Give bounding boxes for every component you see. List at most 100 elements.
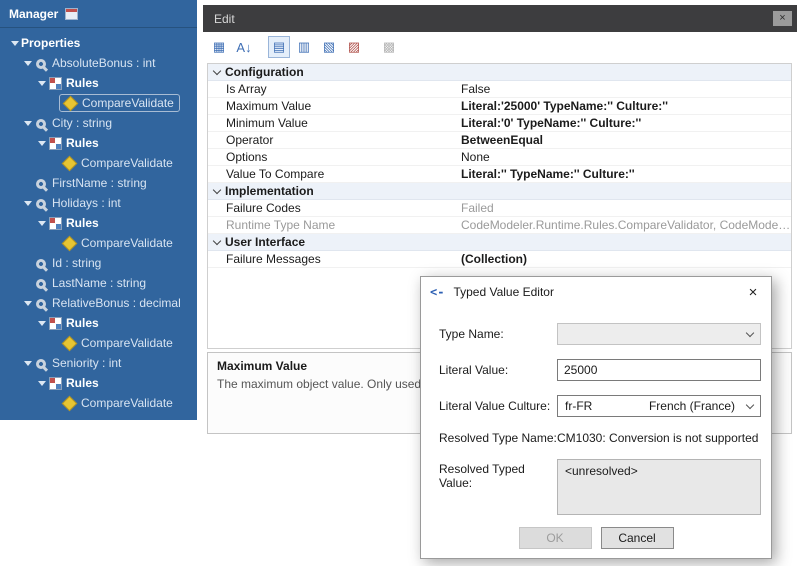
- type-name-label: Type Name:: [439, 327, 504, 341]
- property-row-options[interactable]: Options None: [208, 149, 791, 166]
- tree-item-label: LastName : string: [52, 276, 147, 290]
- property-value[interactable]: Literal:'' TypeName:'' Culture:'': [456, 167, 791, 181]
- toolbar-separator: [368, 37, 375, 57]
- category-row-implementation[interactable]: Implementation: [208, 183, 791, 200]
- tree-item-firstname[interactable]: FirstName : string: [0, 173, 197, 193]
- property-row-failure-messages[interactable]: Failure Messages (Collection): [208, 251, 791, 268]
- expand-arrow-icon[interactable]: [35, 381, 48, 386]
- property-row-is-array[interactable]: Is Array False: [208, 81, 791, 98]
- property-pages-icon[interactable]: ▤: [268, 36, 290, 58]
- alphabetical-sort-icon[interactable]: A↓: [233, 36, 255, 58]
- property-row-runtime-type-name[interactable]: Runtime Type Name CodeModeler.Runtime.Ru…: [208, 217, 791, 234]
- resolved-type-value: CM1030: Conversion is not supported: [557, 431, 759, 445]
- dialog-titlebar[interactable]: <- Typed Value Editor ×: [421, 277, 771, 307]
- collapse-chevron-icon[interactable]: [208, 185, 225, 194]
- property-value[interactable]: Failed: [456, 201, 791, 215]
- category-row-configuration[interactable]: Configuration: [208, 64, 791, 81]
- edit-item-icon[interactable]: ▧: [318, 36, 340, 58]
- tree-header[interactable]: Manager: [0, 0, 197, 28]
- property-row-maximum-value[interactable]: Maximum Value Literal:'25000' TypeName:'…: [208, 98, 791, 115]
- property-value[interactable]: Literal:'0' TypeName:'' Culture:'': [456, 116, 791, 130]
- rules-folder-icon: [49, 216, 62, 230]
- tree-item-label: Rules: [66, 76, 99, 90]
- chevron-down-icon: [745, 400, 755, 409]
- tree-item-label: FirstName : string: [52, 176, 147, 190]
- add-item-icon[interactable]: ▥: [293, 36, 315, 58]
- dialog-title: Typed Value Editor: [453, 285, 554, 299]
- tree-item-rules[interactable]: Rules: [0, 213, 197, 233]
- property-value[interactable]: CodeModeler.Runtime.Rules.CompareValidat…: [456, 218, 791, 232]
- tree-item-relativebonus[interactable]: RelativeBonus : decimal: [0, 293, 197, 313]
- app-window: Manager Properties AbsoluteBonus : int R…: [0, 0, 797, 566]
- tree-item-comparevalidate[interactable]: CompareValidate: [0, 153, 197, 173]
- expand-arrow-icon[interactable]: [35, 81, 48, 86]
- literal-value-input[interactable]: 25000: [557, 359, 761, 381]
- category-label: User Interface: [225, 235, 306, 249]
- property-row-failure-codes[interactable]: Failure Codes Failed: [208, 200, 791, 217]
- category-row-user-interface[interactable]: User Interface: [208, 234, 791, 251]
- category-label: Implementation: [225, 184, 314, 198]
- tree-item-rules[interactable]: Rules: [0, 73, 197, 93]
- property-name: Operator: [226, 133, 274, 147]
- tree-item-comparevalidate[interactable]: CompareValidate: [0, 393, 197, 413]
- expand-arrow-icon[interactable]: [21, 361, 34, 366]
- preview-image-icon[interactable]: ▩: [378, 36, 400, 58]
- resolved-typed-value-text: <unresolved>: [565, 464, 638, 478]
- property-value[interactable]: Literal:'25000' TypeName:'' Culture:'': [456, 99, 791, 113]
- culture-row: Literal Value Culture: fr-FR French (Fra…: [439, 395, 761, 417]
- property-value[interactable]: None: [456, 150, 791, 164]
- tree-item-holidays[interactable]: Holidays : int: [0, 193, 197, 213]
- tree-item-rules[interactable]: Rules: [0, 313, 197, 333]
- expand-arrow-icon[interactable]: [35, 321, 48, 326]
- property-value[interactable]: False: [456, 82, 791, 96]
- tree-item-properties[interactable]: Properties: [0, 33, 197, 53]
- resolved-typed-value-box: <unresolved>: [557, 459, 761, 515]
- property-row-minimum-value[interactable]: Minimum Value Literal:'0' TypeName:'' Cu…: [208, 115, 791, 132]
- tree-item-comparevalidate-selected[interactable]: CompareValidate: [0, 93, 197, 113]
- delete-item-icon[interactable]: ▨: [343, 36, 365, 58]
- dialog-close-button[interactable]: ×: [737, 284, 769, 301]
- collapse-chevron-icon[interactable]: [208, 66, 225, 75]
- edit-close-button[interactable]: ×: [773, 11, 792, 26]
- property-row-operator[interactable]: Operator BetweenEqual: [208, 132, 791, 149]
- expand-arrow-icon[interactable]: [21, 121, 34, 126]
- expand-arrow-icon[interactable]: [35, 221, 48, 226]
- tree-item-rules[interactable]: Rules: [0, 133, 197, 153]
- chevron-down-icon: [745, 328, 755, 337]
- tree-item-label: CompareValidate: [81, 396, 173, 410]
- tree-item-comparevalidate[interactable]: CompareValidate: [0, 233, 197, 253]
- cancel-button[interactable]: Cancel: [600, 527, 674, 549]
- culture-combo[interactable]: fr-FR French (France): [557, 395, 761, 417]
- property-name: Runtime Type Name: [226, 218, 336, 232]
- collapse-chevron-icon[interactable]: [208, 236, 225, 245]
- tree-item-id[interactable]: Id : string: [0, 253, 197, 273]
- tree-item-seniority[interactable]: Seniority : int: [0, 353, 197, 373]
- validator-icon: [61, 335, 78, 352]
- tree-item-rules[interactable]: Rules: [0, 373, 197, 393]
- property-value[interactable]: (Collection): [456, 252, 791, 266]
- property-value[interactable]: BetweenEqual: [456, 133, 791, 147]
- tree-item-lastname[interactable]: LastName : string: [0, 273, 197, 293]
- edit-panel-header: Edit ×: [203, 5, 797, 32]
- expand-arrow-icon[interactable]: [8, 41, 21, 46]
- property-icon: [33, 116, 49, 132]
- expand-arrow-icon[interactable]: [21, 301, 34, 306]
- property-row-value-to-compare[interactable]: Value To Compare Literal:'' TypeName:'' …: [208, 166, 791, 183]
- property-icon: [33, 356, 49, 372]
- property-name: Is Array: [226, 82, 267, 96]
- expand-arrow-icon[interactable]: [21, 201, 34, 206]
- tree-item-comparevalidate[interactable]: CompareValidate: [0, 333, 197, 353]
- tree-item-label: Rules: [66, 216, 99, 230]
- tree-item-label: CompareValidate: [81, 336, 173, 350]
- ok-button[interactable]: OK: [518, 527, 592, 549]
- tree: Properties AbsoluteBonus : int Rules Com…: [0, 28, 197, 413]
- literal-value-row: Literal Value: 25000: [439, 359, 761, 381]
- edit-panel-title: Edit: [214, 11, 235, 26]
- type-name-combo[interactable]: [557, 323, 761, 345]
- tree-item-absolutebonus[interactable]: AbsoluteBonus : int: [0, 53, 197, 73]
- property-icon: [33, 196, 49, 212]
- tree-item-city[interactable]: City : string: [0, 113, 197, 133]
- expand-arrow-icon[interactable]: [35, 141, 48, 146]
- categorized-view-icon[interactable]: ▦: [208, 36, 230, 58]
- expand-arrow-icon[interactable]: [21, 61, 34, 66]
